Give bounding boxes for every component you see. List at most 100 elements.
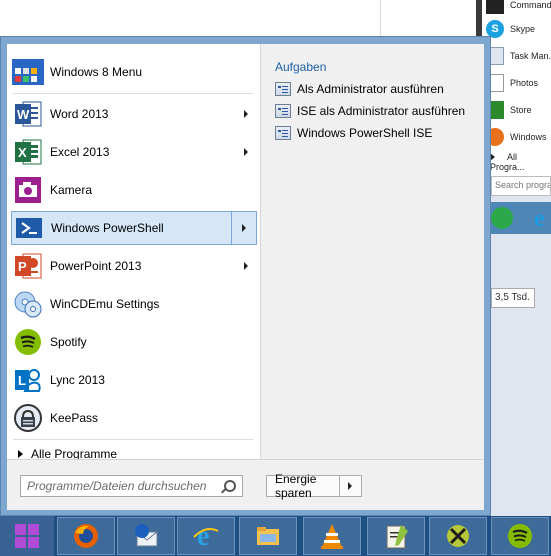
jump-list-pane: Aufgaben Als Administrator ausführen ISE… (260, 44, 484, 459)
separator (13, 439, 253, 440)
menu-item-excel[interactable]: X Excel 2013 (11, 135, 257, 169)
bg-item-task-manager[interactable]: Task Man... (486, 45, 551, 67)
power-options-button[interactable] (338, 476, 362, 496)
menu-item-powerpoint[interactable]: P PowerPoint 2013 (11, 249, 257, 283)
powerpoint-icon: P (12, 250, 44, 282)
bg-taskbar-strip: e (482, 202, 551, 234)
task-powershell-ise[interactable]: Windows PowerShell ISE (275, 123, 432, 143)
menu-item-label: Word 2013 (50, 107, 109, 121)
internet-explorer-icon: e (193, 521, 219, 551)
keepass-icon (12, 402, 44, 434)
task-run-as-admin[interactable]: Als Administrator ausführen (275, 79, 444, 99)
menu-item-label: Windows 8 Menu (50, 65, 143, 79)
task-label: Windows PowerShell ISE (297, 126, 433, 140)
tasks-heading: Aufgaben (275, 60, 327, 74)
menu-item-label: Lync 2013 (50, 373, 105, 387)
windows-logo-icon (15, 524, 39, 548)
windows8-menu-icon (12, 56, 44, 88)
submenu-arrow-icon (242, 224, 246, 232)
taskbar: e (0, 516, 551, 556)
camera-icon (12, 174, 44, 206)
background-window (0, 0, 476, 36)
menu-item-windows8-menu[interactable]: Windows 8 Menu (11, 55, 257, 89)
bg-item-label: Command... (510, 0, 551, 10)
tooltip: 3,5 Tsd. (491, 288, 535, 308)
powershell-window-icon (275, 126, 291, 140)
internet-explorer-icon: e (534, 206, 545, 232)
bg-search-input[interactable]: Search progra... (491, 176, 551, 196)
bg-item-photos[interactable]: Photos (486, 72, 551, 94)
search-input[interactable] (27, 477, 217, 495)
svg-text:P: P (18, 259, 27, 274)
task-ise-run-as-admin[interactable]: ISE als Administrator ausführen (275, 101, 465, 121)
bg-item-label: Skype (510, 24, 536, 34)
power-button-label: Energie sparen (275, 472, 317, 500)
bg-taskbar-icons: e (491, 206, 545, 232)
menu-item-camera[interactable]: Kamera (11, 173, 257, 207)
bg-item-label: Store (510, 105, 532, 115)
search-box (20, 475, 243, 497)
menu-item-label: PowerPoint 2013 (50, 259, 142, 273)
start-menu-bottom-bar: Energie sparen (7, 459, 484, 510)
svg-text:e: e (197, 521, 209, 551)
menu-item-label: WinCDEmu Settings (50, 297, 160, 311)
bg-item-label: Windows (510, 132, 547, 142)
taskbar-spotify[interactable] (491, 517, 549, 555)
xmind-icon (447, 525, 469, 547)
powershell-window-icon (275, 104, 291, 118)
taskbar-file-explorer[interactable] (239, 517, 297, 555)
spotify-icon (508, 524, 532, 548)
taskbar-firefox[interactable] (57, 517, 115, 555)
notepad-plus-icon (386, 525, 408, 549)
taskbar-notepad-plus[interactable] (367, 517, 425, 555)
vlc-icon (321, 524, 343, 549)
menu-item-label: Kamera (50, 183, 93, 197)
search-icon[interactable] (224, 480, 236, 492)
start-menu-left-pane: Windows 8 Menu W Word 2013 X Excel 2013 … (7, 44, 260, 461)
taskbar-xmind[interactable] (429, 517, 487, 555)
firefox-icon (74, 524, 98, 548)
word-icon: W (12, 98, 44, 130)
bg-item-command[interactable]: Command... (486, 0, 551, 16)
file-explorer-icon (257, 527, 279, 545)
bg-all-programs[interactable]: All Progra... (490, 152, 551, 172)
menu-item-powershell[interactable]: Windows PowerShell (11, 211, 257, 245)
bg-all-programs-label: All Progra... (490, 152, 525, 172)
menu-item-keepass[interactable]: KeePass (11, 401, 257, 435)
bg-item-skype[interactable]: S Skype (486, 18, 551, 40)
chevron-right-icon (348, 482, 353, 490)
arrow-right-icon (18, 450, 23, 458)
submenu-arrow-icon[interactable] (244, 110, 248, 118)
submenu-arrow-button[interactable] (231, 212, 256, 244)
task-label: Als Administrator ausführen (297, 82, 444, 96)
task-label: ISE als Administrator ausführen (297, 104, 466, 118)
svg-text:X: X (18, 145, 27, 160)
wincdemu-icon (12, 288, 44, 320)
start-menu: Windows 8 Menu W Word 2013 X Excel 2013 … (0, 36, 491, 516)
taskbar-thunderbird[interactable] (117, 517, 175, 555)
bg-item-windows[interactable]: Windows (486, 126, 551, 148)
submenu-arrow-icon[interactable] (244, 262, 248, 270)
powershell-window-icon (275, 82, 291, 96)
submenu-arrow-icon[interactable] (244, 148, 248, 156)
menu-item-spotify[interactable]: Spotify (11, 325, 257, 359)
globe-icon (491, 207, 513, 229)
thunderbird-icon (135, 524, 158, 547)
excel-icon: X (12, 136, 44, 168)
svg-text:W: W (17, 107, 30, 122)
bg-item-label: Photos (510, 78, 539, 88)
start-button[interactable] (0, 516, 54, 556)
bg-item-store[interactable]: Store (486, 99, 551, 121)
menu-item-wincdemu[interactable]: WinCDEmu Settings (11, 287, 257, 321)
menu-item-lync[interactable]: L Lync 2013 (11, 363, 257, 397)
taskbar-vlc[interactable] (303, 517, 361, 555)
menu-item-label: Excel 2013 (50, 145, 110, 159)
power-button[interactable]: Energie sparen (266, 472, 362, 500)
menu-item-word[interactable]: W Word 2013 (11, 97, 257, 131)
separator (13, 93, 253, 94)
menu-item-label: Windows PowerShell (51, 221, 164, 235)
bg-item-label: Task Man... (510, 51, 551, 61)
taskbar-internet-explorer[interactable]: e (177, 517, 235, 555)
menu-item-label: KeePass (50, 411, 99, 425)
background-divider (380, 0, 381, 36)
